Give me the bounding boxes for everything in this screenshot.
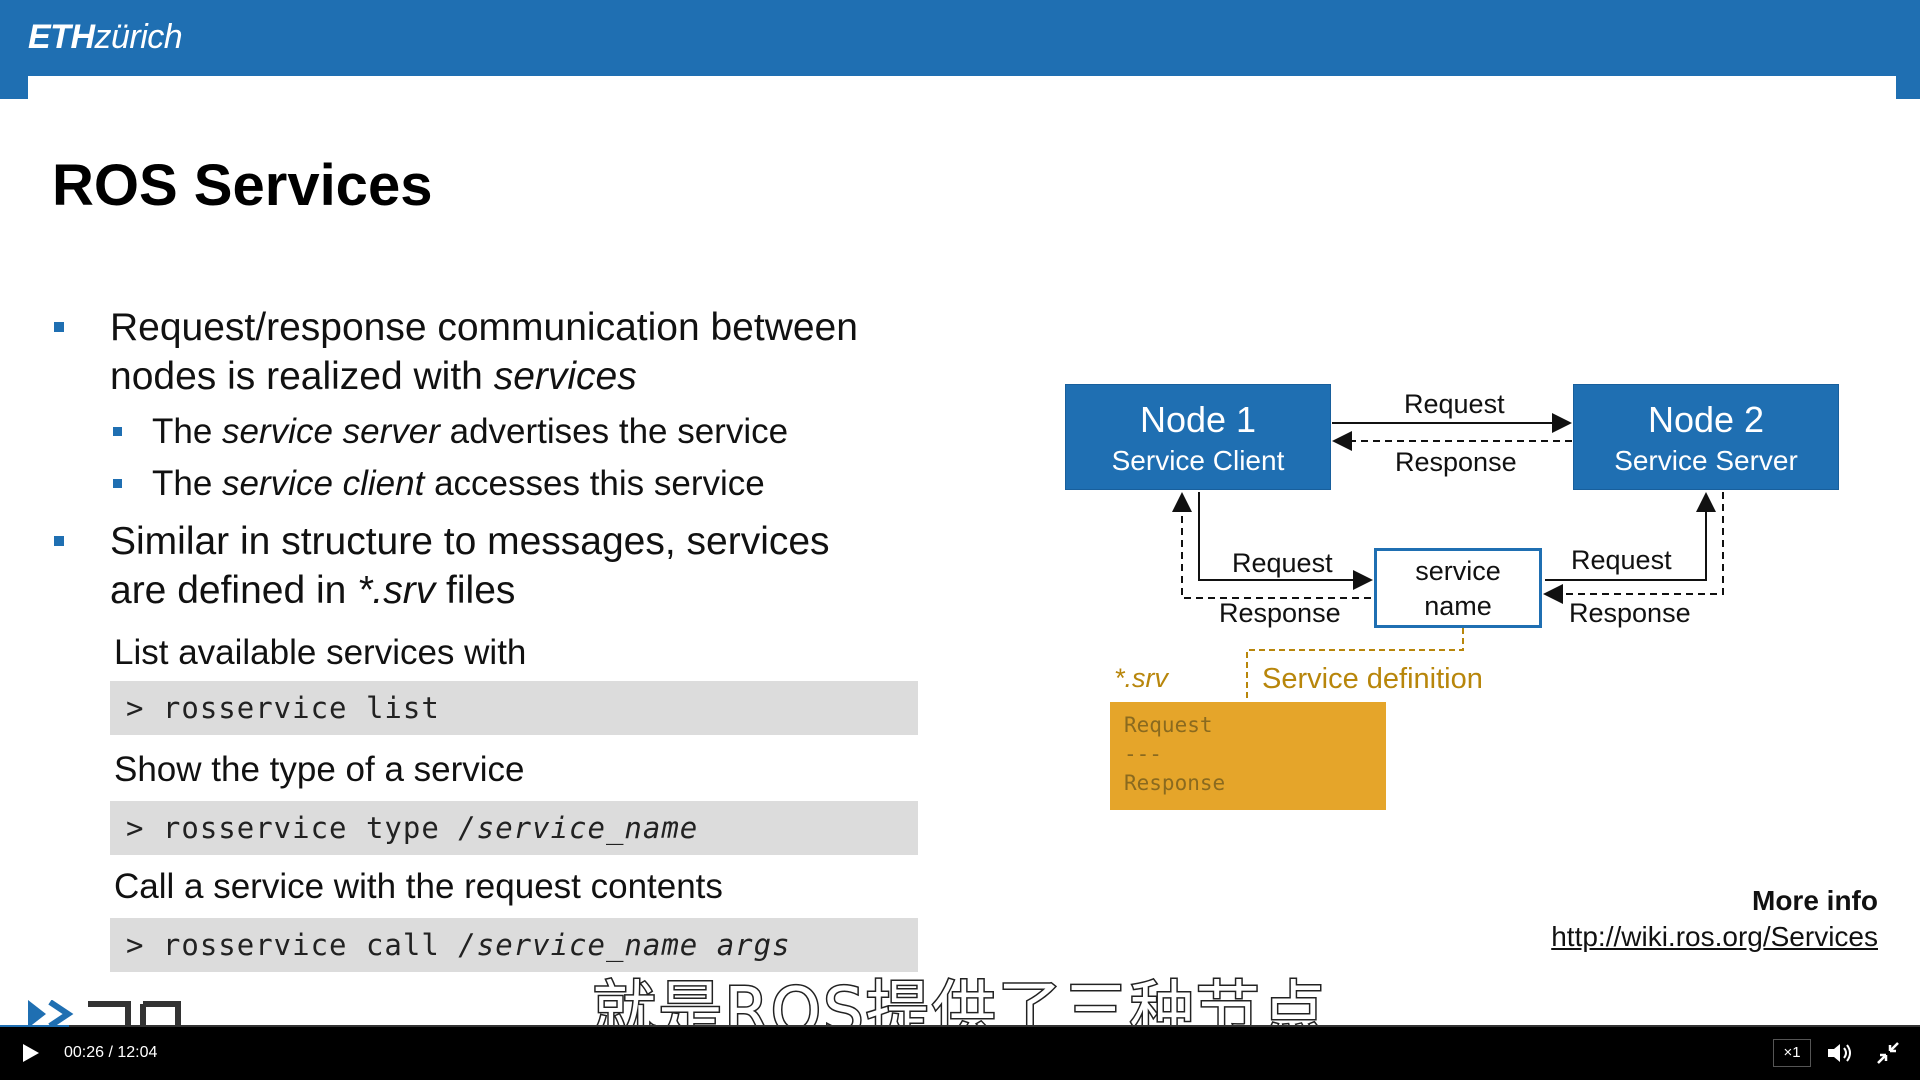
volume-icon[interactable]	[1826, 1041, 1854, 1065]
srv-line-request: Request	[1124, 713, 1213, 737]
header-inner-panel	[28, 76, 1896, 106]
left-response-label: Response	[1219, 598, 1341, 628]
bullet-marker	[54, 536, 64, 546]
command-caption-type: Show the type of a service	[114, 750, 525, 789]
bullet-2-line2-post: files	[435, 569, 516, 612]
code-prompt: >	[126, 691, 163, 725]
code-block-type: > rosservice type /service_name	[110, 801, 918, 855]
sub-bullet-2-em: service client	[222, 464, 425, 503]
slide-title: ROS Services	[52, 153, 433, 218]
node-2-title: Node 2	[1647, 399, 1765, 440]
top-response-label: Response	[1395, 447, 1517, 477]
sub-bullet-1-em: service server	[222, 412, 440, 451]
service-name-line1: service	[1415, 556, 1501, 586]
service-definition-label: Service definition	[1262, 663, 1483, 695]
code-arg: /service_name	[458, 811, 699, 845]
node-2-role: Service Server	[1614, 445, 1798, 476]
sub-bullet-2-pre: The	[152, 464, 223, 503]
bullet-1-line2: nodes is realized with services	[110, 352, 858, 401]
play-icon[interactable]	[18, 1041, 42, 1065]
code-command: rosservice call	[162, 928, 459, 962]
playback-speed-button[interactable]: ×1	[1773, 1039, 1811, 1067]
sub-bullet-1: The service server advertises the servic…	[152, 410, 788, 454]
bullet-1: Request/response communication between n…	[110, 303, 858, 401]
srv-line-separator: ---	[1124, 742, 1162, 766]
srv-line-response: Response	[1124, 771, 1226, 795]
code-command: rosservice list	[162, 691, 440, 725]
node-2-box: Node 2 Service Server	[1573, 384, 1839, 490]
code-prompt: >	[126, 811, 163, 845]
code-command: rosservice type	[162, 811, 459, 845]
code-block-list: > rosservice list	[110, 681, 918, 735]
right-response-label: Response	[1569, 598, 1691, 628]
bullet-1-line2-em: services	[493, 355, 637, 398]
code-prompt: >	[126, 928, 163, 962]
top-request-label: Request	[1404, 389, 1505, 419]
sub-bullet-1-pre: The	[152, 412, 223, 451]
service-name-line2: name	[1424, 591, 1492, 621]
left-request-label: Request	[1232, 548, 1333, 578]
bullet-2-line2: are defined in *.srv files	[110, 566, 830, 615]
more-info-label: More info	[1752, 885, 1878, 916]
srv-label: *.srv	[1114, 663, 1168, 693]
node-1-title: Node 1	[1139, 399, 1257, 440]
bullet-marker	[54, 322, 64, 332]
code-arg: /service_name args	[458, 928, 791, 962]
node-1-role: Service Client	[1111, 445, 1285, 476]
bullet-2-line2-em: *.srv	[357, 569, 436, 612]
bullet-1-line2-pre: nodes is realized with	[110, 355, 494, 398]
bullet-1-line1: Request/response communication between	[110, 306, 858, 349]
command-caption-call: Call a service with the request contents	[114, 867, 723, 906]
right-request-label: Request	[1571, 545, 1672, 575]
sub-bullet-2-post: accesses this service	[424, 464, 765, 503]
sub-bullet-marker	[113, 479, 122, 488]
eth-logo: ETHzürich	[28, 18, 183, 57]
sub-bullet-2: The service client accesses this service	[152, 462, 765, 506]
logo-eth: ETH	[28, 18, 95, 56]
bullet-2-line1: Similar in structure to messages, servic…	[110, 520, 830, 563]
node-1-box: Node 1 Service Client	[1065, 384, 1331, 490]
logo-zurich: zürich	[94, 18, 183, 56]
more-info-link[interactable]: http://wiki.ros.org/Services	[1551, 921, 1878, 953]
header-bar: ETHzürich	[0, 0, 1920, 106]
sub-bullet-marker	[113, 427, 122, 436]
bullet-2-line2-pre: are defined in	[110, 569, 358, 612]
player-controls: 00:26 / 12:04 ×1	[0, 1027, 1920, 1080]
right-response-arrow	[1543, 492, 1724, 604]
sub-bullet-1-post: advertises the service	[439, 412, 789, 451]
command-caption-list: List available services with	[114, 633, 527, 672]
service-name-box: service name	[1374, 548, 1542, 628]
srv-definition-box: Request --- Response	[1110, 702, 1386, 810]
playback-time: 00:26 / 12:04	[64, 1044, 158, 1061]
exit-fullscreen-icon[interactable]	[1876, 1041, 1900, 1065]
left-response-arrow	[1172, 492, 1371, 599]
bullet-2: Similar in structure to messages, servic…	[110, 517, 830, 615]
